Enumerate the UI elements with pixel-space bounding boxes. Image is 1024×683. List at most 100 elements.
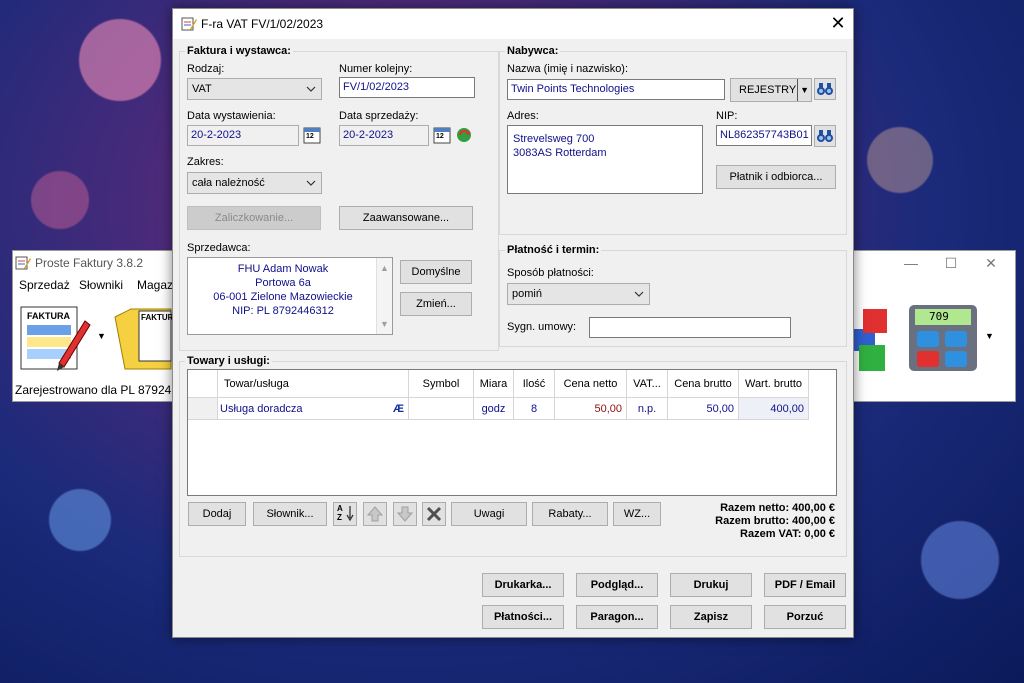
column-header[interactable]: Ilość	[514, 370, 555, 398]
seller-box: FHU Adam Nowak Portowa 6a 06-001 Zielone…	[187, 257, 393, 335]
contract-label: Sygn. umowy:	[507, 321, 577, 333]
discard-button[interactable]: Porzuć	[764, 605, 846, 629]
dialog-close-button[interactable]: ✕	[823, 9, 853, 39]
invoice-app-icon	[181, 17, 197, 31]
sale-date-field[interactable]: 20-2-2023	[339, 125, 429, 146]
contract-field[interactable]	[589, 317, 791, 338]
seller-scrollbar[interactable]: ▲ ▼	[376, 258, 392, 334]
delete-item-button[interactable]	[422, 502, 446, 526]
payer-recipient-button[interactable]: Płatnik i odbiorca...	[716, 165, 836, 189]
column-header[interactable]: VAT...	[627, 370, 668, 398]
invoice-issuer-title: Faktura i wystawca:	[185, 45, 293, 57]
sale-date-label: Data sprzedaży:	[339, 110, 419, 122]
sort-button[interactable]: AZ	[333, 502, 357, 526]
type-value: VAT	[192, 83, 212, 95]
column-header[interactable]: Cena netto	[555, 370, 627, 398]
column-header[interactable]: Symbol	[409, 370, 474, 398]
menu-item-dictionaries[interactable]: Słowniki	[79, 278, 123, 292]
issue-date-field[interactable]: 20-2-2023	[187, 125, 299, 146]
app-logo-icon	[15, 256, 31, 270]
arrow-up-icon	[366, 506, 384, 522]
payment-method-select[interactable]: pomiń	[507, 283, 650, 305]
registry-button[interactable]: REJESTRY ▼	[730, 78, 812, 102]
maximize-button[interactable]: ☐	[931, 253, 971, 273]
dialog-title: F-ra VAT FV/1/02/2023	[201, 17, 324, 31]
item-total-cell[interactable]: 400,00	[739, 398, 809, 420]
discounts-button[interactable]: Rabaty...	[532, 502, 608, 526]
background-close-button[interactable]: ✕	[971, 253, 1011, 273]
item-gross-price-cell[interactable]: 50,00	[668, 398, 739, 420]
total-vat: Razem VAT: 0,00 €	[740, 528, 835, 540]
nip-search-button[interactable]	[814, 125, 836, 147]
nip-field[interactable]: NL862357743B01	[716, 125, 812, 146]
preview-button[interactable]: Podgląd...	[576, 573, 658, 597]
item-vat-cell[interactable]: n.p.	[627, 398, 668, 420]
new-invoice-tile[interactable]: FAKTURA	[19, 303, 91, 373]
item-symbol-cell[interactable]	[409, 398, 474, 420]
column-header[interactable]: Towar/usługa	[218, 370, 409, 398]
pdf-email-button[interactable]: PDF / Email	[764, 573, 846, 597]
item-qty-cell[interactable]: 8	[514, 398, 555, 420]
change-seller-button[interactable]: Zmień...	[400, 292, 472, 316]
dictionary-button[interactable]: Słownik...	[253, 502, 327, 526]
printer-button[interactable]: Drukarka...	[482, 573, 564, 597]
menu-item-warehouse[interactable]: Magaz	[137, 278, 173, 292]
column-header[interactable]: Miara	[474, 370, 514, 398]
type-label: Rodzaj:	[187, 63, 225, 75]
minimize-button[interactable]: —	[891, 253, 931, 273]
item-net-price-cell[interactable]: 50,00	[555, 398, 627, 420]
payments-button[interactable]: Płatności...	[482, 605, 564, 629]
advance-payment-button[interactable]: Zaliczkowanie...	[187, 206, 321, 230]
calculator-tile[interactable]: 709	[909, 305, 977, 371]
buyer-name-field[interactable]: Twin Points Technologies	[507, 79, 725, 100]
row-selector[interactable]	[188, 398, 218, 420]
seller-line: 06-001 Zielone Mazowieckie	[213, 291, 353, 303]
calculator-display: 709	[929, 310, 949, 323]
scroll-down-icon[interactable]: ▼	[377, 317, 392, 331]
sort-arrow-icon	[346, 506, 354, 522]
scope-select[interactable]: cała należność	[187, 172, 322, 194]
buyer-name-label: Nazwa (imię i nazwisko):	[507, 63, 629, 75]
wz-button[interactable]: WZ...	[613, 502, 661, 526]
sale-calendar-day: 12	[436, 133, 444, 140]
issue-date-calendar-button[interactable]: 12	[303, 126, 321, 144]
binoculars-icon	[817, 83, 833, 95]
sort-az-icon: AZ	[337, 504, 343, 522]
advanced-button[interactable]: Zaawansowane...	[339, 206, 473, 230]
nip-label: NIP:	[716, 110, 738, 122]
notes-button[interactable]: Uwagi	[451, 502, 527, 526]
save-button[interactable]: Zapisz	[670, 605, 752, 629]
address-label: Adres:	[507, 110, 539, 122]
column-header[interactable]: Cena brutto	[668, 370, 739, 398]
item-name-cell[interactable]: Usługa doradcza Æ	[218, 398, 409, 420]
buyer-search-button[interactable]	[814, 78, 836, 100]
sale-date-calendar-button[interactable]: 12	[433, 126, 451, 144]
add-item-button[interactable]: Dodaj	[188, 502, 246, 526]
type-select[interactable]: VAT	[187, 78, 322, 100]
dropdown-arrow-icon[interactable]: ▼	[97, 331, 106, 341]
receipt-button[interactable]: Paragon...	[576, 605, 658, 629]
menu-item-sales[interactable]: Sprzedaż	[19, 278, 70, 292]
column-header[interactable]: Wart. brutto	[739, 370, 809, 398]
scroll-up-icon[interactable]: ▲	[377, 261, 392, 275]
invoice-dialog: F-ra VAT FV/1/02/2023 ✕ Faktura i wystaw…	[172, 8, 854, 638]
item-unit-cell[interactable]: godz	[474, 398, 514, 420]
calculator-dropdown-icon[interactable]: ▼	[985, 331, 994, 341]
total-net: Razem netto: 400,00 €	[720, 502, 835, 514]
buyer-address-field[interactable]: Strevelsweg 700 3083AS Rotterdam	[507, 125, 703, 194]
print-button[interactable]: Drukuj	[670, 573, 752, 597]
invoices-folder-tile[interactable]: FAKTURA	[113, 303, 179, 373]
delete-x-icon	[426, 506, 442, 522]
item-type-icon: Æ	[393, 403, 404, 415]
chevron-down-icon	[306, 180, 316, 186]
sync-dates-icon[interactable]	[455, 126, 473, 144]
seller-line: Portowa 6a	[255, 277, 311, 289]
number-field[interactable]: FV/1/02/2023	[339, 77, 475, 98]
payment-method-value: pomiń	[512, 288, 542, 300]
move-up-button[interactable]	[363, 502, 387, 526]
registry-dropdown-icon[interactable]: ▼	[797, 79, 809, 101]
cubes-icon[interactable]	[853, 305, 903, 375]
issue-date-label: Data wystawienia:	[187, 110, 276, 122]
default-seller-button[interactable]: Domyślne	[400, 260, 472, 284]
move-down-button[interactable]	[393, 502, 417, 526]
